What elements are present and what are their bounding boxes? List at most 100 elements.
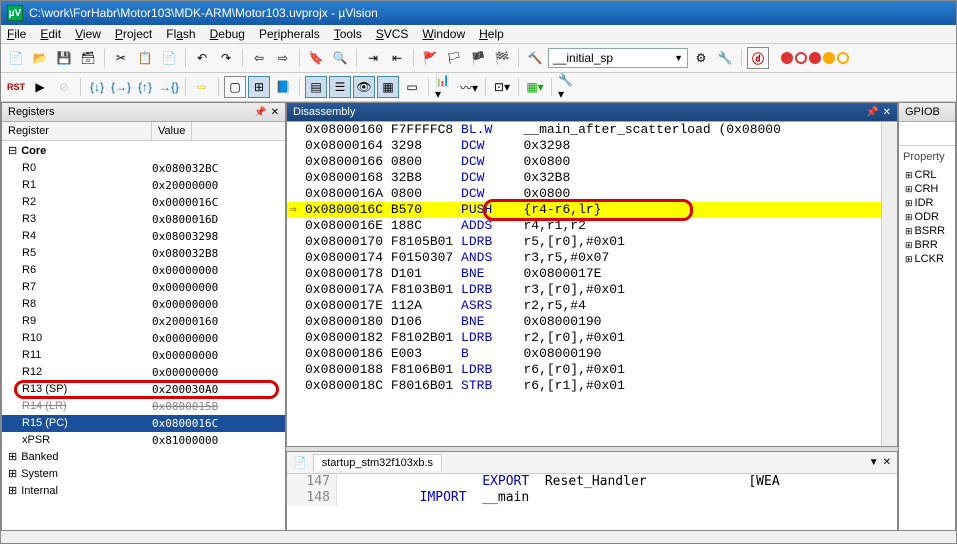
disasm-line[interactable]: 0x0800016A 0800 DCW 0x0800 xyxy=(287,186,881,202)
gpiob-item[interactable]: BRR xyxy=(903,238,951,252)
disasm-line[interactable]: 0x08000186 E003 B 0x08000190 xyxy=(287,346,881,362)
menu-help[interactable]: Help xyxy=(479,27,504,41)
reg-group-banked[interactable]: Banked xyxy=(2,449,285,466)
build-button[interactable]: 🔨 xyxy=(524,47,546,69)
close-icon[interactable]: ✕ xyxy=(883,107,891,118)
gpiob-item[interactable]: CRH xyxy=(903,182,951,196)
gpiob-item[interactable]: LCKR xyxy=(903,252,951,266)
paste-button[interactable]: 📄 xyxy=(158,47,180,69)
menu-tools[interactable]: Tools xyxy=(334,27,362,41)
register-row[interactable]: xPSR0x81000000 xyxy=(2,432,285,449)
stop-button[interactable]: ⊘ xyxy=(53,76,75,98)
register-row[interactable]: R40x08003298 xyxy=(2,228,285,245)
analyzer-button[interactable]: 📊▾ xyxy=(434,76,456,98)
callstack-button[interactable]: ☰ xyxy=(329,76,351,98)
close-icon[interactable]: ✕ xyxy=(883,457,891,468)
options-button[interactable]: ⚙ xyxy=(690,47,712,69)
window-symbols-button[interactable]: 📘 xyxy=(272,76,294,98)
dropdown-icon[interactable]: ▼ xyxy=(869,457,879,468)
reg-group-internal[interactable]: Internal xyxy=(2,483,285,500)
flag2-button[interactable]: 🏳 xyxy=(443,47,465,69)
register-row[interactable]: R60x00000000 xyxy=(2,262,285,279)
disasm-line[interactable]: 0x08000170 F8105B01 LDRB r5,[r0],#0x01 xyxy=(287,234,881,250)
menu-debug[interactable]: Debug xyxy=(210,27,245,41)
disasm-line[interactable]: 0x08000182 F8102B01 LDRB r2,[r0],#0x01 xyxy=(287,330,881,346)
run-to-cursor-button[interactable]: →{} xyxy=(158,76,180,98)
menu-file[interactable]: File xyxy=(7,27,26,41)
open-button[interactable]: 📂 xyxy=(29,47,51,69)
menu-view[interactable]: View xyxy=(75,27,101,41)
register-row[interactable]: R13 (SP)0x200030A0 xyxy=(2,381,285,398)
register-row[interactable]: R70x00000000 xyxy=(2,279,285,296)
redo-button[interactable]: ↷ xyxy=(215,47,237,69)
indent-button[interactable]: ⇥ xyxy=(362,47,384,69)
register-row[interactable]: R00x080032BC xyxy=(2,160,285,177)
menu-project[interactable]: Project xyxy=(115,27,152,41)
register-row[interactable]: R10x20000000 xyxy=(2,177,285,194)
toolbox-button[interactable]: ▦▾ xyxy=(524,76,546,98)
col-value[interactable]: Value xyxy=(152,122,192,140)
save-all-button[interactable]: 🗃 xyxy=(77,47,99,69)
register-row[interactable]: R50x080032B8 xyxy=(2,245,285,262)
disasm-line[interactable]: 0x08000164 3298 DCW 0x3298 xyxy=(287,138,881,154)
outdent-button[interactable]: ⇤ xyxy=(386,47,408,69)
save-button[interactable]: 💾 xyxy=(53,47,75,69)
menu-window[interactable]: Window xyxy=(422,27,465,41)
target-combo[interactable]: __initial_sp ▼ xyxy=(548,48,688,68)
gpiob-item[interactable]: IDR xyxy=(903,196,951,210)
close-icon[interactable]: ✕ xyxy=(271,107,279,118)
gpiob-list[interactable]: Property CRLCRHIDRODRBSRRBRRLCKR xyxy=(899,146,955,271)
pin-icon[interactable]: 📌 xyxy=(254,107,266,118)
disasm-line[interactable]: 0x08000188 F8106B01 LDRB r6,[r0],#0x01 xyxy=(287,362,881,378)
options2-button[interactable]: 🔧 xyxy=(714,47,736,69)
find-button[interactable]: 🔍 xyxy=(329,47,351,69)
register-row[interactable]: R15 (PC)0x0800016C xyxy=(2,415,285,432)
registers-tree[interactable]: Core R00x080032BCR10x20000000R20x0000016… xyxy=(2,141,285,530)
reg-core-group[interactable]: Core xyxy=(2,143,285,160)
register-row[interactable]: R90x20000160 xyxy=(2,313,285,330)
menu-peripherals[interactable]: Peripherals xyxy=(259,27,320,41)
debug-button[interactable]: ⓓ xyxy=(747,47,769,69)
step-over-button[interactable]: {→} xyxy=(110,76,132,98)
breakpoint-icon[interactable] xyxy=(781,52,793,64)
reset-button[interactable]: RST xyxy=(5,76,27,98)
menu-flash[interactable]: Flash xyxy=(166,27,195,41)
source-line[interactable]: 147 EXPORT Reset_Handler [WEA xyxy=(287,474,897,490)
register-row[interactable]: R110x00000000 xyxy=(2,347,285,364)
scrollbar-vertical[interactable] xyxy=(881,122,897,446)
show-next-button[interactable]: ⇨ xyxy=(191,76,213,98)
window-cmd-button[interactable]: ▢ xyxy=(224,76,246,98)
disasm-line[interactable]: 0x08000160 F7FFFFC8 BL.W __main_after_sc… xyxy=(287,122,881,138)
reg-group-system[interactable]: System xyxy=(2,466,285,483)
source-tab[interactable]: startup_stm32f103xb.s xyxy=(313,454,442,471)
window-disasm-button[interactable]: ⊞ xyxy=(248,76,270,98)
menu-edit[interactable]: Edit xyxy=(40,27,61,41)
disasm-line[interactable]: 0x08000180 D106 BNE 0x08000190 xyxy=(287,314,881,330)
copy-button[interactable]: 📋 xyxy=(134,47,156,69)
breakpoint2-icon[interactable] xyxy=(809,52,821,64)
step-out-button[interactable]: {↑} xyxy=(134,76,156,98)
nav-forward-button[interactable]: ⇨ xyxy=(272,47,294,69)
disasm-line[interactable]: 0x0800017E 112A ASRS r2,r5,#4 xyxy=(287,298,881,314)
nav-back-button[interactable]: ⇦ xyxy=(248,47,270,69)
register-row[interactable]: R14 (LR)0x0800015B xyxy=(2,398,285,415)
disasm-line[interactable]: 0x08000178 D101 BNE 0x0800017E xyxy=(287,266,881,282)
breakpoint-disabled-icon[interactable] xyxy=(795,52,807,64)
register-row[interactable]: R20x0000016C xyxy=(2,194,285,211)
flag4-button[interactable]: 🏁 xyxy=(491,47,513,69)
col-register[interactable]: Register xyxy=(2,122,152,140)
step-in-button[interactable]: {↓} xyxy=(86,76,108,98)
bookmark-button[interactable]: 🔖 xyxy=(305,47,327,69)
flag-button[interactable]: 🚩 xyxy=(419,47,441,69)
new-file-button[interactable]: 📄 xyxy=(5,47,27,69)
disasm-line[interactable]: 0x0800016C B570 PUSH {r4-r6,lr} xyxy=(287,202,881,218)
register-row[interactable]: R30x0800016D xyxy=(2,211,285,228)
menu-svcs[interactable]: SVCS xyxy=(376,27,409,41)
disasm-line[interactable]: 0x0800018C F8016B01 STRB r6,[r1],#0x01 xyxy=(287,378,881,394)
disasm-line[interactable]: 0x0800017A F8103B01 LDRB r3,[r0],#0x01 xyxy=(287,282,881,298)
flag3-button[interactable]: 🏴 xyxy=(467,47,489,69)
memory-button[interactable]: ▦ xyxy=(377,76,399,98)
undo-button[interactable]: ↶ xyxy=(191,47,213,69)
gpiob-item[interactable]: BSRR xyxy=(903,224,951,238)
gpiob-item[interactable]: CRL xyxy=(903,168,951,182)
